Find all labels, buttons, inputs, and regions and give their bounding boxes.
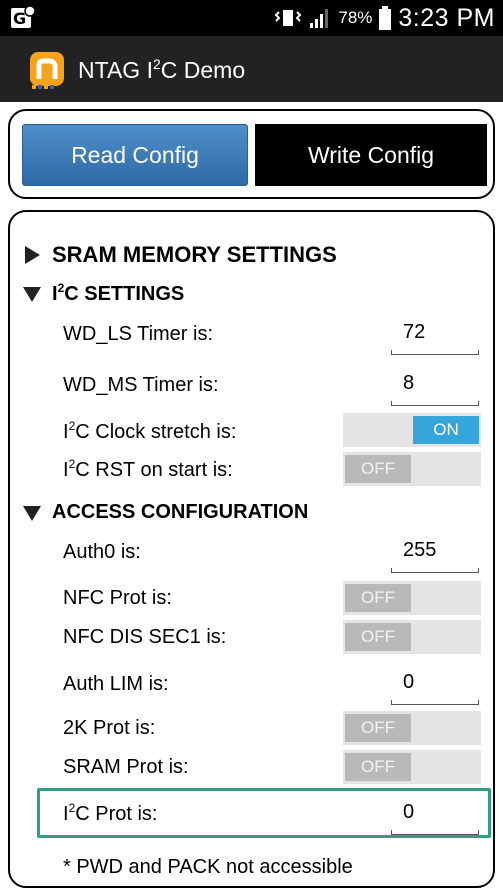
toggle-state: OFF [345,623,411,651]
nfc-dis-sec1-toggle[interactable]: OFF [343,620,481,654]
footnote: * PWD and PACK not accessible [63,856,353,878]
config-button-group: Read Config Write Config [8,109,495,199]
section-access-header[interactable]: ACCESS CONFIGURATION [22,501,308,524]
auth-lim-input[interactable]: 0 [391,671,479,705]
wd-ms-label: WD_MS Timer is: [63,374,219,396]
wd-ls-label: WD_LS Timer is: [63,323,214,345]
read-config-button[interactable]: Read Config [22,124,248,186]
rst-on-start-toggle[interactable]: OFF [343,452,481,486]
2k-prot-label: 2K Prot is: [63,717,156,739]
settings-panel[interactable]: SRAM MEMORY SETTINGS I2C SETTINGS WD_LS … [8,210,495,888]
auth0-label: Auth0 is: [63,541,141,563]
i2c-prot-input[interactable]: 0 [391,801,479,835]
write-config-button[interactable]: Write Config [255,124,487,186]
status-bar: G 78% 3:23 PM [0,0,503,36]
app-bar: NTAG I2C Demo [0,36,503,102]
vibrate-icon [274,10,302,26]
nfc-dis-sec1-label: NFC DIS SEC1 is: [63,626,227,648]
toggle-state: OFF [345,753,411,781]
sram-prot-toggle[interactable]: OFF [343,750,481,784]
sram-prot-label: SRAM Prot is: [63,756,189,778]
battery-icon [379,6,392,30]
collapse-arrow-icon [23,286,41,302]
auth0-input[interactable]: 255 [391,539,479,573]
svg-text:G: G [13,9,26,28]
wd-ms-input[interactable]: 8 [391,372,479,406]
toggle-state: OFF [345,714,411,742]
auth-lim-label: Auth LIM is: [63,673,169,695]
nfc-prot-label: NFC Prot is: [63,587,172,609]
notification-icon: G [11,5,36,28]
app-logo-icon [30,52,64,89]
battery-percent: 78% [338,8,373,27]
clock: 3:23 PM [398,3,495,32]
signal-icon [310,9,329,28]
clock-stretch-toggle[interactable]: ON [343,413,481,447]
toggle-state: ON [413,416,479,444]
clock-stretch-label: I2C Clock stretch is: [63,419,237,443]
nfc-prot-toggle[interactable]: OFF [343,581,481,615]
i2c-prot-label: I2C Prot is: [63,801,158,825]
expand-arrow-icon [25,246,40,264]
section-sram-header[interactable]: SRAM MEMORY SETTINGS [22,242,337,268]
wd-ls-input[interactable]: 72 [391,321,479,355]
toggle-state: OFF [345,455,411,483]
2k-prot-toggle[interactable]: OFF [343,711,481,745]
rst-on-start-label: I2C RST on start is: [63,457,233,481]
section-i2c-header[interactable]: I2C SETTINGS [22,281,184,306]
app-title: NTAG I2C Demo [78,56,246,83]
toggle-state: OFF [345,584,411,612]
collapse-arrow-icon [23,505,41,521]
